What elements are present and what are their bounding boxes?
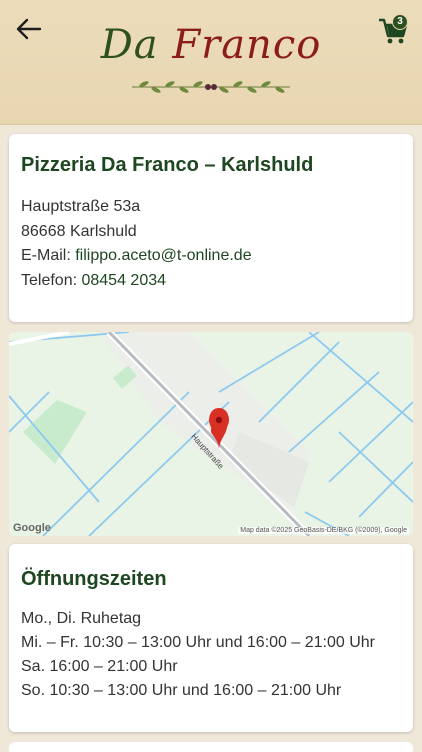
hours-line: So. 10:30 – 13:00 Uhr und 16:00 – 21:00 … bbox=[21, 682, 342, 699]
next-card-edge bbox=[9, 742, 413, 752]
logo-da: Da bbox=[100, 22, 159, 68]
cart-count-badge: 3 bbox=[392, 14, 408, 30]
phone-row: Telefon: 08454 2034 bbox=[21, 272, 166, 290]
app-header: Da Franco 3 bbox=[0, 0, 422, 125]
logo-franco: Franco bbox=[172, 22, 322, 68]
hours-line: Mo., Di. Ruhetag bbox=[21, 610, 142, 627]
phone-label: Telefon: bbox=[21, 272, 82, 289]
map-attribution: Map data ©2025 GeoBasis-DE/BKG (©2009), … bbox=[238, 527, 409, 534]
hours-line: Sa. 16:00 – 21:00 Uhr bbox=[21, 658, 178, 675]
logo: Da Franco bbox=[0, 22, 422, 68]
email-row: E-Mail: filippo.aceto@t-online.de bbox=[21, 247, 252, 265]
phone-link[interactable]: 08454 2034 bbox=[81, 272, 166, 289]
restaurant-info-card: Pizzeria Da Franco – Karlshuld Hauptstra… bbox=[9, 134, 413, 322]
hours-line: Mi. – Fr. 10:30 – 13:00 Uhr und 16:00 – … bbox=[21, 634, 375, 651]
opening-hours-card: Öffnungszeiten Mo., Di. Ruhetag Mi. – Fr… bbox=[9, 544, 413, 732]
olive-branch-icon bbox=[132, 81, 290, 93]
google-logo: Google bbox=[13, 522, 51, 534]
email-link[interactable]: filippo.aceto@t-online.de bbox=[75, 247, 251, 264]
address-street: Hauptstraße 53a bbox=[21, 198, 141, 215]
email-label: E-Mail: bbox=[21, 247, 76, 264]
map-canvas bbox=[9, 332, 413, 536]
opening-hours-title: Öffnungszeiten bbox=[21, 568, 167, 590]
map-view[interactable]: Google Map data ©2025 GeoBasis-DE/BKG (©… bbox=[9, 332, 413, 536]
restaurant-name: Pizzeria Da Franco – Karlshuld bbox=[21, 154, 314, 176]
address-city: 86668 Karlshuld bbox=[21, 223, 137, 240]
